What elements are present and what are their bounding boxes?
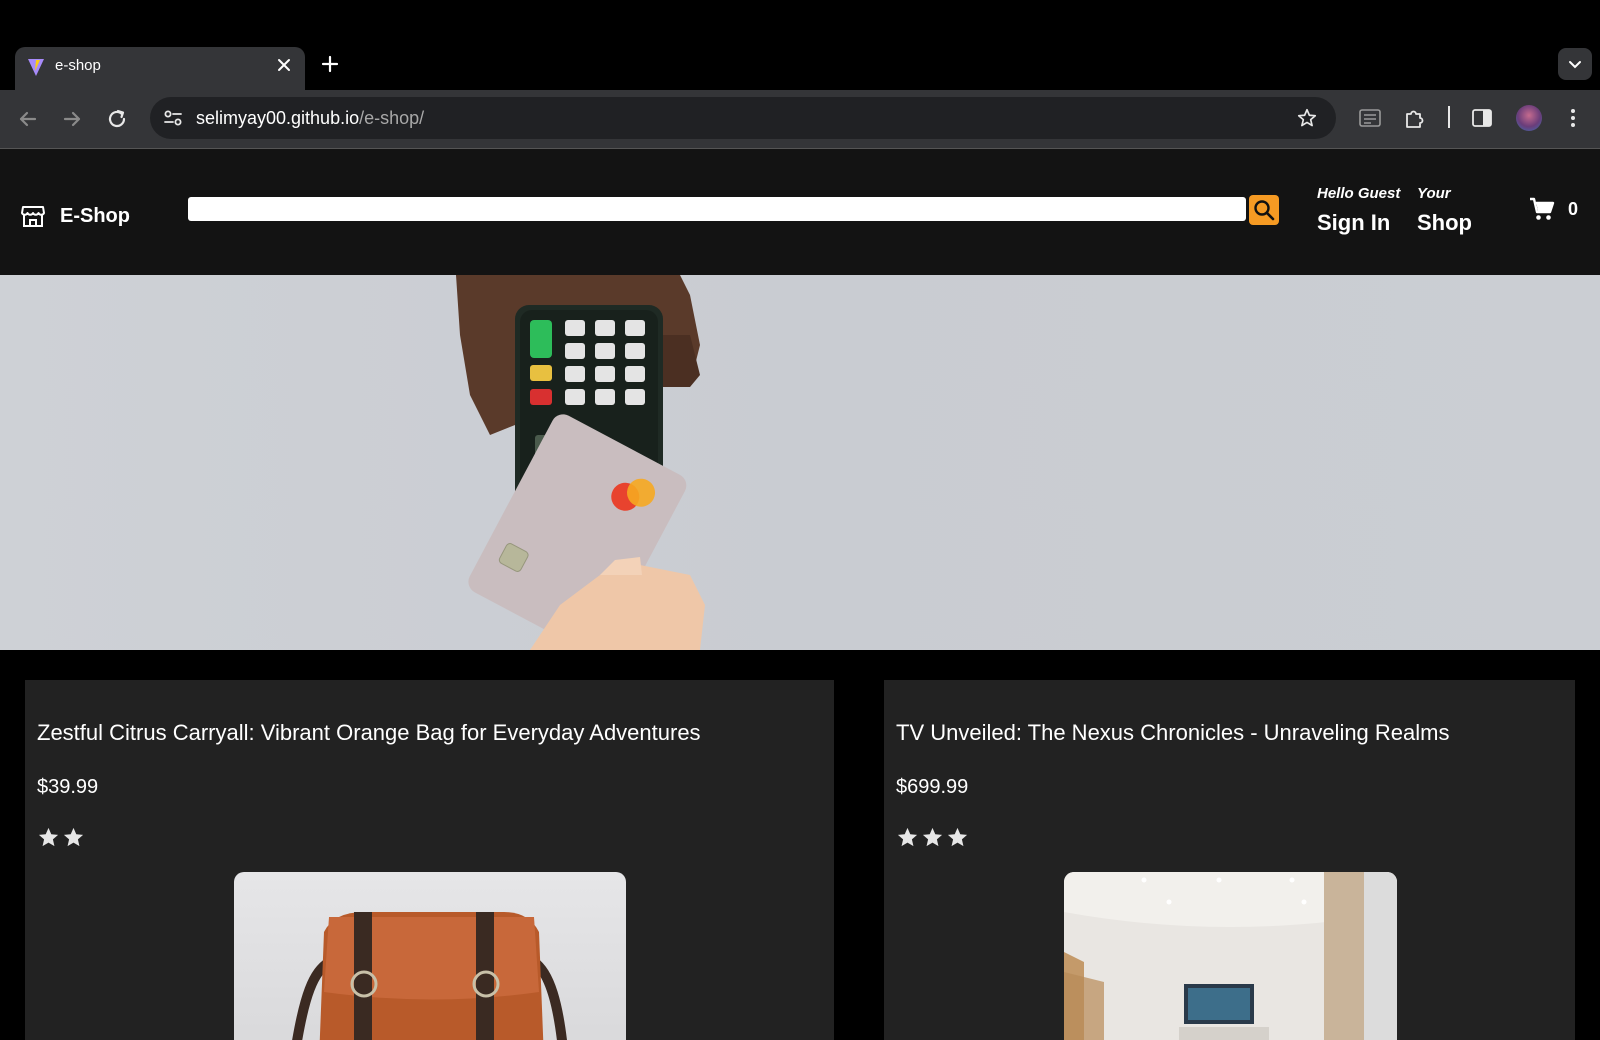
- star-icon: [38, 827, 59, 847]
- side-panel-icon[interactable]: [1469, 105, 1495, 131]
- back-arrow-icon[interactable]: [15, 106, 41, 132]
- forward-arrow-icon[interactable]: [59, 106, 85, 132]
- profile-avatar[interactable]: [1516, 105, 1542, 131]
- search-button[interactable]: [1249, 195, 1279, 225]
- bookmark-star-icon[interactable]: [1296, 107, 1318, 129]
- more-vert-icon[interactable]: [1560, 105, 1586, 131]
- product-price: $699.99: [896, 776, 969, 798]
- site-settings-icon[interactable]: [160, 105, 186, 131]
- toolbar-divider: [1448, 106, 1450, 128]
- storefront-icon: [21, 206, 45, 227]
- browser-toolbar: selimyay00.github.io/e-shop/: [0, 90, 1600, 149]
- new-tab-icon[interactable]: [318, 52, 342, 76]
- greeting-text: Hello Guest: [1317, 185, 1401, 202]
- url-text: selimyay00.github.io/e-shop/: [196, 108, 424, 129]
- product-price: $39.99: [37, 776, 99, 798]
- address-bar[interactable]: selimyay00.github.io/e-shop/: [150, 97, 1336, 139]
- nav-your-shop[interactable]: Your Shop: [1417, 185, 1472, 236]
- search-input[interactable]: [188, 197, 1246, 221]
- tab-search-button[interactable]: [1558, 48, 1592, 80]
- product-title[interactable]: Zestful Citrus Carryall: Vibrant Orange …: [37, 720, 701, 746]
- star-icon: [922, 827, 943, 847]
- page-viewport: E-Shop Hello Guest Sign In Your Shop 0 Z…: [0, 149, 1600, 1040]
- payment-terminal-illustration: [456, 275, 705, 650]
- search-icon: [1254, 200, 1275, 221]
- tv-room-image: [1064, 872, 1397, 1040]
- reader-mode-icon[interactable]: [1357, 105, 1383, 131]
- nav-sign-in[interactable]: Hello Guest Sign In: [1317, 185, 1400, 236]
- product-card[interactable]: TV Unveiled: The Nexus Chronicles - Unra…: [884, 680, 1575, 1040]
- product-card[interactable]: Zestful Citrus Carryall: Vibrant Orange …: [25, 680, 834, 1040]
- url-host: selimyay00.github.io: [196, 108, 360, 128]
- close-tab-icon[interactable]: [273, 54, 295, 76]
- chevron-down-icon: [1569, 61, 1581, 69]
- cart-button[interactable]: 0: [1528, 195, 1578, 223]
- your-label: Your: [1417, 185, 1451, 202]
- browser-tab-active[interactable]: e-shop: [15, 47, 305, 90]
- url-path: /e-shop/: [359, 108, 425, 128]
- logo-text: E-Shop: [60, 204, 130, 227]
- browser-tabstrip: e-shop: [0, 0, 1600, 90]
- shop-link[interactable]: Shop: [1417, 210, 1472, 236]
- product-rating: [896, 826, 969, 849]
- tab-title: e-shop: [55, 57, 101, 74]
- star-icon: [63, 827, 84, 847]
- hero-banner: [0, 275, 1600, 650]
- product-image-orange-bag[interactable]: [234, 872, 626, 1040]
- extensions-puzzle-icon[interactable]: [1402, 105, 1428, 131]
- orange-bag-image: [292, 912, 567, 1040]
- site-header: E-Shop Hello Guest Sign In Your Shop 0: [0, 149, 1600, 275]
- product-rating: [37, 826, 85, 849]
- star-icon: [947, 827, 968, 847]
- star-icon: [897, 827, 918, 847]
- product-image-tv-room[interactable]: [1064, 872, 1397, 1040]
- sign-in-link[interactable]: Sign In: [1317, 210, 1400, 236]
- site-logo[interactable]: E-Shop: [20, 199, 130, 233]
- reload-icon[interactable]: [104, 106, 130, 132]
- shopping-cart-icon: [1530, 197, 1555, 220]
- cart-count: 0: [1568, 198, 1579, 219]
- product-title[interactable]: TV Unveiled: The Nexus Chronicles - Unra…: [896, 720, 1449, 746]
- vite-favicon-icon: [28, 59, 44, 76]
